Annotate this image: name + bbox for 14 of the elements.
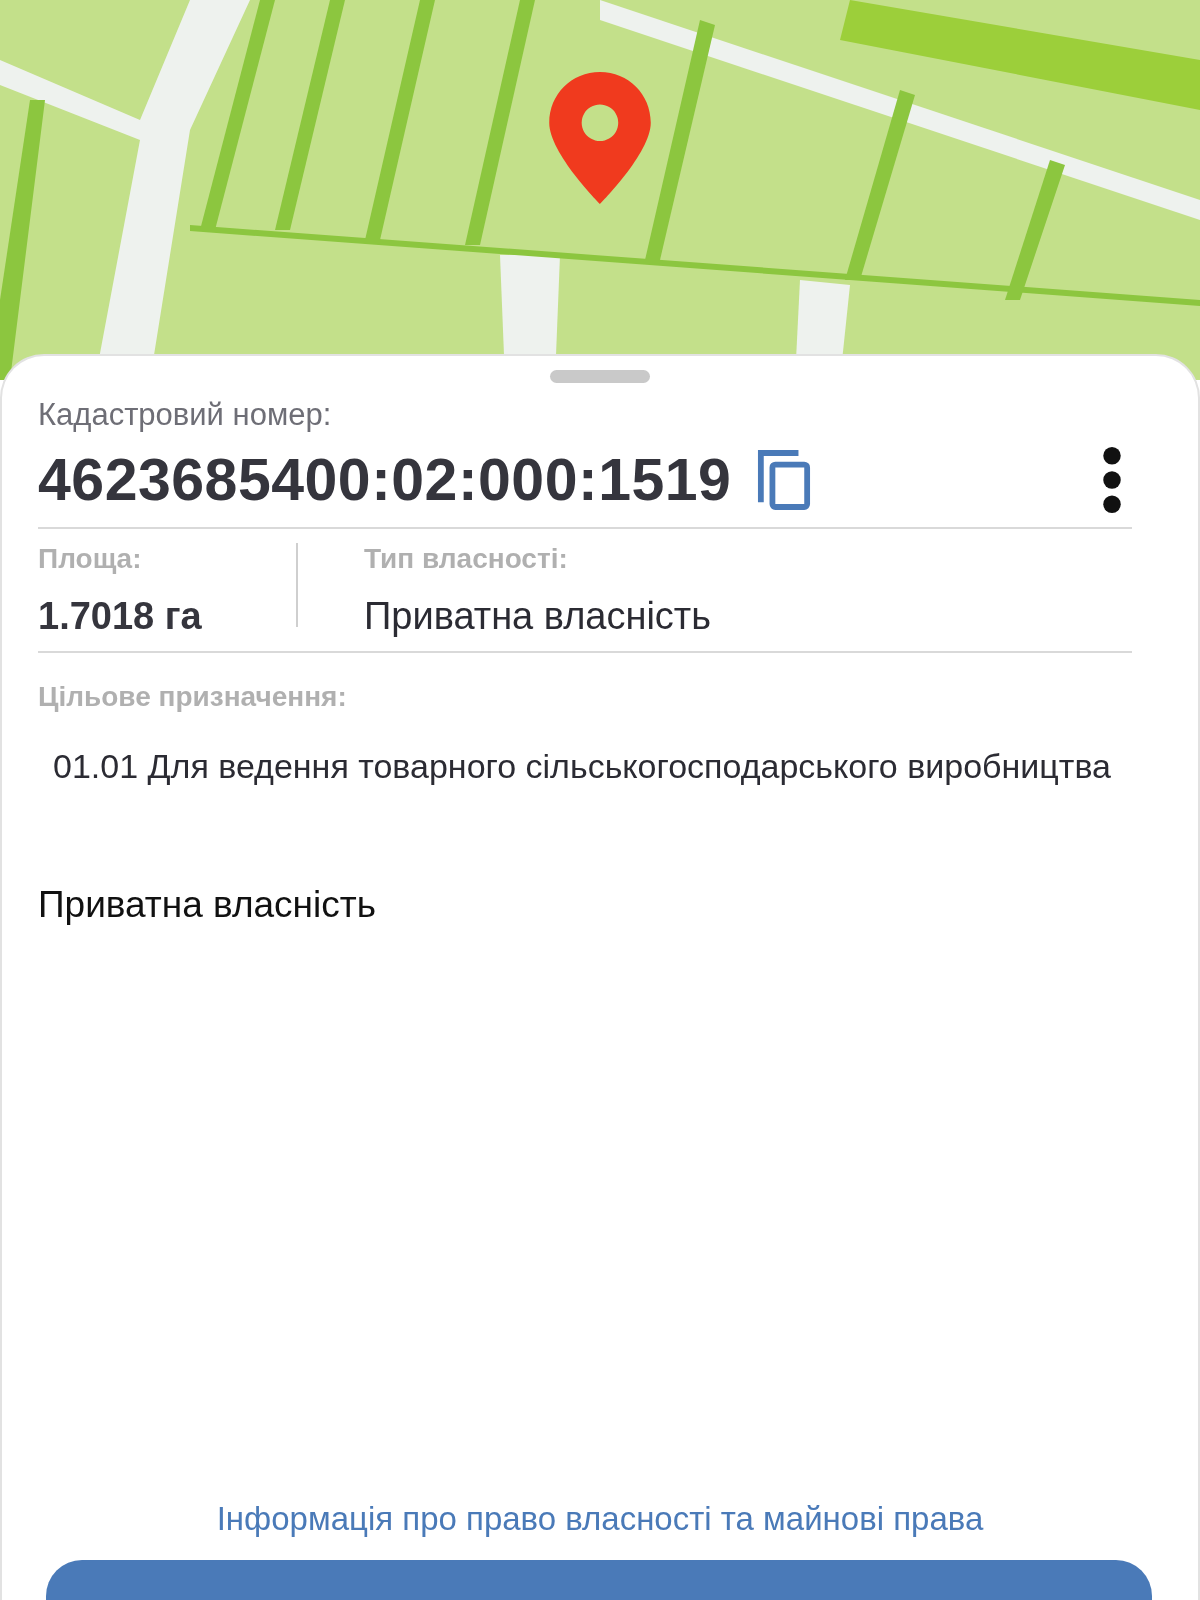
- area-value: 1.7018 га: [38, 595, 203, 638]
- more-options-icon[interactable]: [1102, 446, 1122, 514]
- field-label: Кадастровий номер:: [38, 397, 333, 433]
- location-pin-icon: [549, 72, 651, 204]
- field-label: Площа:: [38, 543, 143, 575]
- ownership-note: Приватна власність: [38, 884, 377, 926]
- field-label: Цільове призначення:: [38, 681, 348, 713]
- ownership-type-value: Приватна власність: [364, 595, 712, 638]
- drag-handle[interactable]: [550, 370, 650, 383]
- rights-info-link[interactable]: Інформація про право власності та майнові права: [216, 1500, 984, 1538]
- copy-icon[interactable]: [757, 449, 812, 511]
- field-label: Тип власності:: [364, 543, 569, 575]
- cadastral-number: 4623685400:02:000:1519: [38, 446, 732, 514]
- purpose-value: 01.01 Для ведення товарного сільськогосподарського виробництва: [53, 746, 1112, 787]
